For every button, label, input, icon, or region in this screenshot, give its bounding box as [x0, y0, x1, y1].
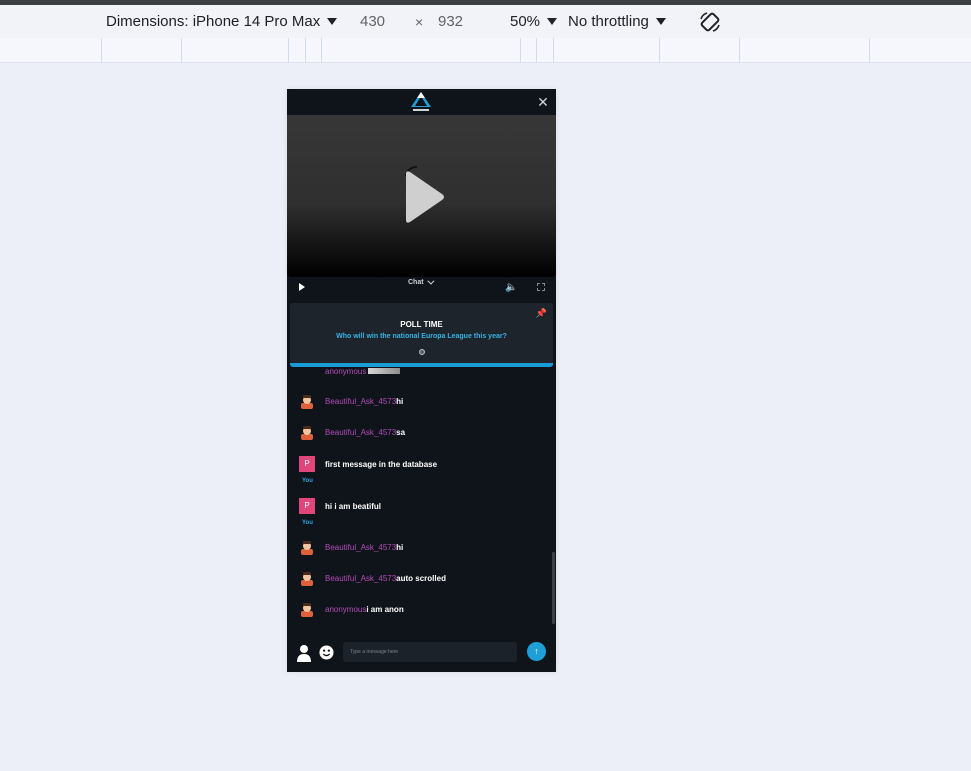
height-input[interactable]: 932	[438, 5, 463, 38]
user-avatar-icon	[301, 395, 313, 409]
list-item: Beautiful_Ask_4573 hi	[299, 539, 403, 555]
user-icon[interactable]	[296, 644, 312, 662]
you-label: You	[302, 520, 313, 526]
list-item: Beautiful_Ask_4573 auto scrolled	[299, 570, 446, 586]
message-text: sa	[396, 427, 406, 437]
chevron-down-icon	[426, 277, 435, 285]
image-thumbnail	[368, 368, 401, 374]
self-avatar-initial: P	[304, 459, 310, 468]
emoji-icon[interactable]	[319, 645, 334, 660]
poll-title: POLL TIME	[400, 320, 443, 329]
rotate-button[interactable]	[698, 5, 722, 38]
message-username: Beautiful_Ask_4573	[325, 396, 397, 406]
list-item: anonymous i am anon	[299, 601, 404, 617]
device-viewport: SPORTS ✕ 🔈 Chat 📌 POLL TIME Who will win…	[287, 89, 556, 672]
fullscreen-icon[interactable]	[537, 283, 545, 291]
volume-icon[interactable]: 🔈	[505, 282, 517, 293]
throttling-label: No throttling	[568, 13, 649, 30]
big-play-icon[interactable]	[398, 170, 446, 224]
chevron-down-icon	[655, 18, 666, 25]
message-username: Beautiful_Ask_4573	[325, 542, 397, 552]
chat-toggle-label: Chat	[408, 279, 424, 286]
width-input[interactable]: 430	[360, 5, 385, 38]
chat-scrollbar[interactable]	[552, 552, 555, 624]
close-icon[interactable]: ✕	[536, 95, 550, 109]
user-avatar-icon	[301, 603, 313, 617]
user-avatar-icon	[301, 426, 313, 440]
list-item: P You hi i am beatiful	[299, 498, 382, 526]
chevron-down-icon	[547, 18, 558, 25]
pin-icon[interactable]: 📌	[536, 308, 547, 319]
list-item: Beautiful_Ask_4573 sa	[299, 424, 405, 440]
message-username: Beautiful_Ask_4573	[325, 427, 397, 437]
message-username: anonymous	[325, 367, 367, 376]
message-input[interactable]	[343, 642, 517, 662]
send-button[interactable]: ↑	[527, 642, 546, 661]
rotate-icon	[700, 11, 720, 32]
list-item: Beautiful_Ask_4573 hi	[299, 393, 403, 409]
self-avatar: P You	[299, 498, 315, 526]
message-text: auto scrolled	[396, 573, 446, 583]
message-text: hi i am beatiful	[325, 501, 382, 511]
user-avatar-icon	[301, 572, 313, 586]
poll-card[interactable]: 📌 POLL TIME Who will win the national Eu…	[290, 303, 553, 367]
list-item: P You first message in the database	[299, 456, 438, 484]
video-player[interactable]: 🔈	[287, 115, 556, 293]
times-separator: ×	[415, 13, 424, 30]
user-avatar-icon	[301, 541, 313, 555]
message-text: hi	[396, 542, 404, 552]
message-text: hi	[396, 396, 404, 406]
message-text: i am anon	[366, 604, 404, 614]
self-avatar-initial: P	[304, 501, 310, 510]
list-item: anonymous	[299, 367, 401, 379]
media-query-ruler[interactable]	[0, 38, 971, 63]
throttling-dropdown[interactable]: No throttling	[568, 5, 666, 38]
carousel-dot[interactable]	[419, 349, 425, 355]
user-avatar-icon	[299, 367, 315, 379]
device-dropdown[interactable]: Dimensions: iPhone 14 Pro Max	[106, 5, 338, 38]
devtools-toolbar: Dimensions: iPhone 14 Pro Max 430 × 932 …	[0, 5, 971, 38]
message-composer: ↑	[287, 634, 556, 672]
logo-wordmark: SPORTS	[413, 108, 429, 112]
message-username: Beautiful_Ask_4573	[325, 573, 397, 583]
message-text: first message in the database	[325, 459, 438, 469]
zoom-label: 50%	[510, 13, 541, 30]
chat-toggle[interactable]: Chat	[408, 277, 435, 286]
zoom-dropdown[interactable]: 50%	[510, 5, 558, 38]
message-username: anonymous	[325, 604, 367, 614]
poll-question: Who will win the national Europa League …	[336, 333, 507, 340]
app-header: SPORTS ✕	[287, 89, 556, 115]
self-avatar: P You	[299, 456, 315, 484]
device-dimensions-label: Dimensions: iPhone 14 Pro Max	[106, 13, 321, 30]
message-list[interactable]: anonymous Beautiful_Ask_4573 hi Beautifu…	[287, 367, 556, 629]
play-icon[interactable]	[299, 283, 305, 291]
chevron-down-icon	[327, 18, 338, 25]
you-label: You	[302, 478, 313, 484]
